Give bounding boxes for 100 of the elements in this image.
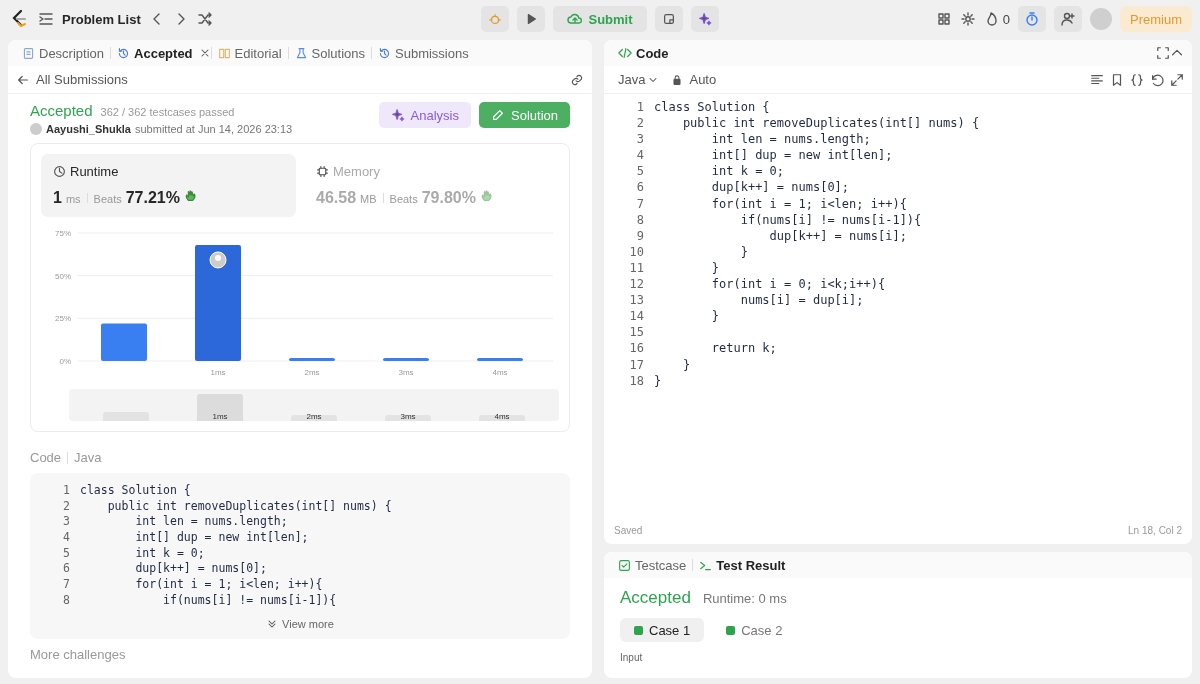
code-line: }	[710, 260, 720, 277]
metric-value: 46.58	[316, 189, 357, 207]
save-status: Saved	[614, 525, 643, 536]
code-line: public int removeDuplicates(int[] nums) {	[681, 116, 980, 133]
axis-label: 25%	[55, 314, 71, 324]
line-number: 1	[62, 483, 71, 499]
range-selector[interactable]: 1ms 2ms 3ms 4ms	[69, 389, 559, 421]
view-more-button[interactable]: View more	[260, 616, 340, 631]
line-number: 1	[635, 100, 645, 116]
bookmark-icon[interactable]	[1110, 72, 1124, 87]
bar	[101, 323, 147, 361]
bar	[383, 358, 429, 361]
line-number: 17	[628, 357, 645, 374]
axis-label: 4ms	[492, 368, 508, 377]
code-line: return k;	[710, 341, 777, 358]
section-heading: More challenges	[30, 646, 127, 662]
fullscreen-icon[interactable]	[1156, 46, 1170, 60]
panel-title: Code	[612, 42, 675, 64]
submitted-time: submitted at Jun 14, 2026 23:13	[135, 123, 293, 135]
page-title[interactable]: Problem List	[62, 11, 141, 27]
tab[interactable]: Test Result	[693, 554, 792, 576]
add-user-icon	[1060, 11, 1076, 27]
reset-icon[interactable]	[1150, 72, 1164, 87]
ai-button[interactable]	[690, 6, 719, 32]
code-icon	[618, 46, 632, 60]
code-line: int[] dup = new int[len];	[134, 530, 309, 546]
line-number: 4	[62, 530, 71, 546]
checkbox-icon	[618, 558, 631, 572]
streak-count: 0	[1002, 11, 1010, 27]
beats-percent: 77.21%	[125, 189, 180, 207]
testcase-count: 362 / 362 testcases passed	[100, 106, 235, 118]
stopwatch-icon	[1024, 11, 1040, 27]
code-line: public int removeDuplicates(int[] nums) {	[106, 498, 392, 515]
expand-icon[interactable]	[1170, 72, 1184, 87]
link-icon[interactable]	[570, 72, 584, 87]
tab[interactable]: Testcase	[612, 554, 693, 576]
code-line: dup[k++] = nums[0];	[134, 561, 267, 578]
flask-icon	[294, 46, 308, 60]
metric-card[interactable]: Memory 46.58 MB Beats 79.80%	[304, 154, 559, 217]
section-label: Code	[30, 450, 62, 465]
code-line: class Solution {	[80, 483, 191, 499]
back-link[interactable]: All Submissions	[36, 72, 564, 87]
braces-icon[interactable]	[1130, 72, 1144, 87]
bar	[477, 358, 523, 361]
code-line: for(int i = 1; i<len; i++){	[134, 577, 323, 593]
shuffle-icon[interactable]	[196, 11, 213, 27]
overview-bar: 1ms	[197, 393, 243, 421]
metric-label: Runtime	[70, 164, 119, 179]
line-number: 8	[62, 592, 71, 609]
line-number: 8	[635, 212, 645, 229]
clock-icon	[53, 165, 66, 178]
code-line: dup[k++] = nums[i];	[768, 228, 907, 245]
tab[interactable]: Accepted	[111, 42, 199, 64]
case-tab[interactable]: Case 1	[620, 618, 705, 642]
analysis-button[interactable]: Analysis	[378, 102, 471, 128]
tab[interactable]: Editorial	[211, 42, 288, 64]
tab[interactable]: Description	[16, 42, 111, 64]
username[interactable]: Aayushi_Shukla	[46, 123, 131, 135]
book-icon	[217, 46, 231, 60]
format-icon[interactable]	[1090, 72, 1104, 87]
cursor-position: Ln 18, Col 2	[1128, 525, 1182, 536]
metric-unit: MB	[360, 193, 377, 205]
chip-icon	[316, 165, 329, 178]
metric-value: 1	[53, 189, 62, 207]
cloud-upload-icon	[567, 11, 584, 27]
axis-label: 2ms	[304, 368, 320, 377]
tab[interactable]: Solutions	[288, 42, 371, 64]
language-dropdown[interactable]: Java	[612, 71, 666, 88]
code-line: if(nums[i] != nums[i-1]){	[739, 212, 922, 229]
list-icon[interactable]	[38, 11, 54, 27]
code-line: }	[710, 309, 720, 326]
code-line: for(int i = 0; i<k;i++){	[710, 277, 886, 294]
line-number: 11	[628, 260, 645, 277]
timer-button[interactable]	[1018, 6, 1046, 32]
line-number: 9	[635, 228, 645, 245]
axis-label: 75%	[55, 229, 71, 238]
code-line: for(int i = 1; i<len; i++){	[710, 196, 907, 213]
overview-bar: 3ms	[385, 415, 431, 421]
code-line: int[] dup = new int[len];	[710, 148, 893, 165]
line-number: 5	[635, 164, 645, 181]
invite-button[interactable]	[1054, 6, 1082, 32]
line-number: 13	[628, 293, 645, 310]
metric-card[interactable]: Runtime 1 ms Beats 77.21%	[41, 154, 296, 217]
history-icon	[117, 46, 131, 60]
tab[interactable]: Submissions	[372, 42, 475, 64]
run-button[interactable]	[517, 6, 546, 32]
mode-label: Auto	[689, 72, 717, 87]
beats-label: Beats	[389, 193, 418, 205]
edit-icon	[491, 108, 505, 122]
case-tab[interactable]: Case 2	[712, 618, 797, 642]
line-number: 2	[635, 116, 645, 133]
line-number: 10	[628, 244, 645, 261]
grid-icon[interactable]	[935, 11, 952, 27]
line-number: 3	[635, 132, 645, 149]
code-line: if(nums[i] != nums[i-1]){	[162, 592, 337, 609]
line-number: 3	[62, 514, 71, 531]
notes-button[interactable]	[654, 6, 683, 32]
line-number: 6	[635, 180, 645, 197]
code-line: int len = nums.length;	[134, 514, 288, 531]
line-number: 2	[62, 498, 71, 515]
